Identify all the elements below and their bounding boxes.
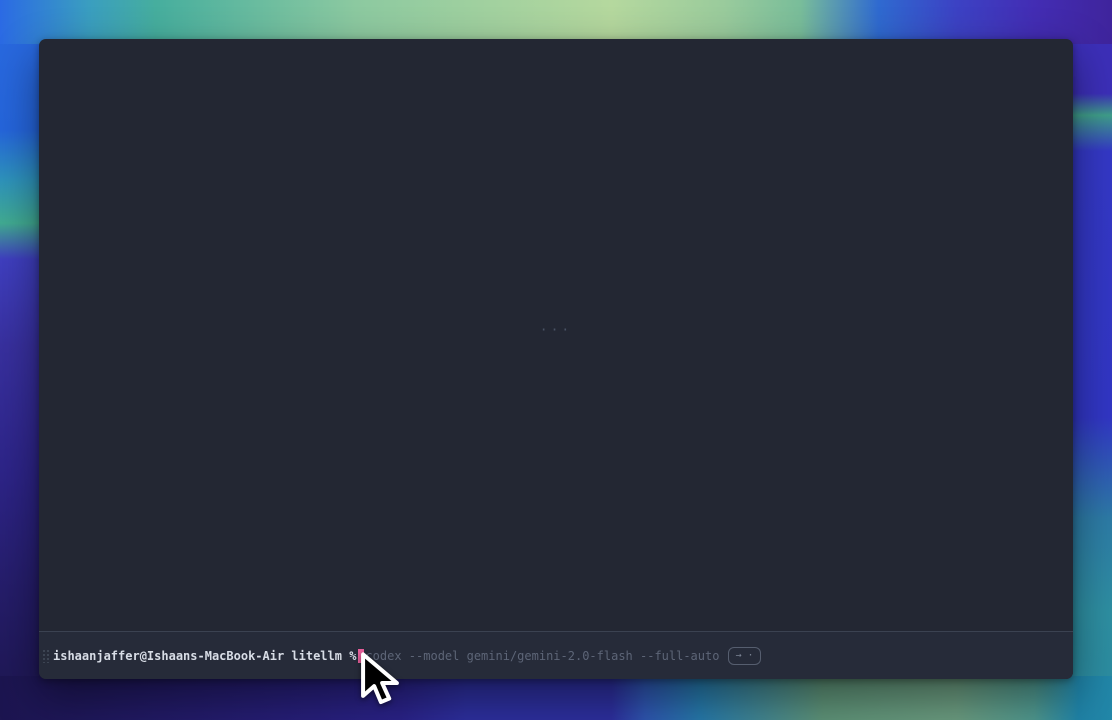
accept-suggestion-key-hint: → · xyxy=(728,647,760,665)
wallpaper-band-bottom xyxy=(0,676,1112,720)
autosuggestion-text: codex --model gemini/gemini-2.0-flash --… xyxy=(365,649,719,663)
prompt-symbol: % xyxy=(349,649,356,663)
prompt-cwd: litellm xyxy=(284,649,349,663)
terminal-output-area[interactable]: ··· xyxy=(39,39,1073,631)
wallpaper-band-top xyxy=(0,0,1112,44)
faded-ellipsis-text: ··· xyxy=(540,323,572,338)
prompt-user-host: ishaanjaffer@Ishaans-MacBook-Air xyxy=(53,649,284,663)
drag-handle-icon xyxy=(42,648,49,663)
terminal-prompt-bar[interactable]: ishaanjaffer@Ishaans-MacBook-Air litellm… xyxy=(39,632,1073,679)
terminal-window[interactable]: ··· ishaanjaffer@Ishaans-MacBook-Air lit… xyxy=(39,39,1073,679)
text-caret xyxy=(358,649,364,663)
